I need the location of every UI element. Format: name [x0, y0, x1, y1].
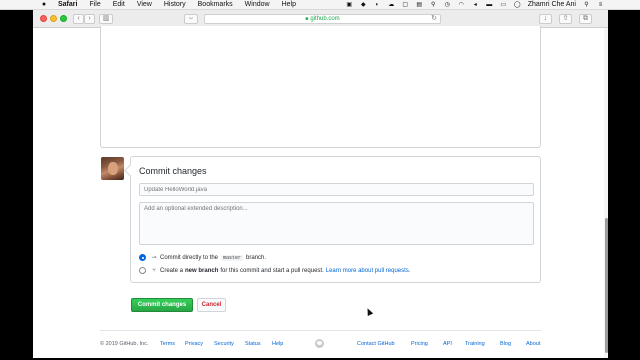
- search-icon[interactable]: ⚲: [430, 2, 437, 8]
- cloud-icon[interactable]: ☁: [388, 2, 395, 8]
- address-bar[interactable]: ■ github.com ↻: [204, 14, 441, 24]
- mouse-cursor-icon: [364, 307, 374, 316]
- footer-link-blog[interactable]: Blog: [500, 341, 511, 347]
- footer-link-pricing[interactable]: Pricing: [411, 341, 428, 347]
- back-button[interactable]: ‹: [73, 14, 84, 24]
- new-branch-option[interactable]: ⑂ Create a new branch for this commit an…: [139, 267, 410, 274]
- lock-icon: ■: [305, 16, 309, 22]
- footer-link-api[interactable]: API: [443, 341, 452, 347]
- menu-view[interactable]: View: [137, 1, 152, 8]
- menu-history[interactable]: History: [164, 1, 186, 8]
- apple-icon[interactable]: ●: [40, 1, 48, 8]
- git-commit-icon: ⊸: [151, 255, 157, 261]
- footer-link-privacy[interactable]: Privacy: [185, 341, 203, 347]
- camera-icon[interactable]: ▣: [346, 2, 353, 8]
- download-icon[interactable]: ↓: [539, 14, 552, 24]
- commit-directly-suffix: branch.: [246, 254, 267, 261]
- volume-icon[interactable]: ◂: [472, 2, 479, 8]
- new-branch-prefix: Create a: [160, 267, 184, 274]
- dropbox-icon[interactable]: ◆: [360, 2, 367, 8]
- commit-directly-option[interactable]: ⊸ Commit directly to the master branch.: [139, 254, 266, 261]
- siri-icon[interactable]: ◯: [514, 2, 521, 8]
- close-window-button[interactable]: [40, 15, 47, 22]
- branch-name: master: [221, 254, 244, 261]
- box-icon[interactable]: ▢: [402, 2, 409, 8]
- footer-copyright: © 2019 GitHub, Inc.: [100, 341, 149, 347]
- battery-icon[interactable]: ▭: [500, 2, 507, 8]
- footer-link-security[interactable]: Security: [214, 341, 234, 347]
- menu-help[interactable]: Help: [282, 1, 296, 8]
- reload-icon[interactable]: ↻: [431, 15, 437, 23]
- footer-link-contact[interactable]: Contact GitHub: [357, 341, 395, 347]
- sync-icon[interactable]: ◐: [374, 2, 381, 8]
- commit-form: Commit changes ⊸ Commit directly to the …: [130, 156, 541, 283]
- menu-bookmarks[interactable]: Bookmarks: [198, 1, 233, 8]
- footer-link-status[interactable]: Status: [245, 341, 261, 347]
- notification-center-icon[interactable]: ≡: [597, 2, 604, 8]
- tab-overview-icon[interactable]: ⧉: [579, 14, 592, 24]
- menu-window[interactable]: Window: [245, 1, 270, 8]
- menu-file[interactable]: File: [89, 1, 100, 8]
- spotlight-icon[interactable]: ⚲: [583, 2, 590, 8]
- wifi-icon[interactable]: ◠: [458, 2, 465, 8]
- footer-link-help[interactable]: Help: [272, 341, 283, 347]
- footer-link-about[interactable]: About: [526, 341, 540, 347]
- github-octocat-icon[interactable]: [315, 339, 324, 348]
- scrollbar-thumb[interactable]: [605, 218, 608, 353]
- fullscreen-window-button[interactable]: [60, 15, 67, 22]
- menu-edit[interactable]: Edit: [113, 1, 125, 8]
- time-machine-icon[interactable]: ◷: [444, 2, 451, 8]
- footer-link-terms[interactable]: Terms: [160, 341, 175, 347]
- cancel-button[interactable]: Cancel: [197, 298, 226, 312]
- user-name[interactable]: Zhamri Che Ani: [528, 1, 576, 8]
- new-branch-radio[interactable]: [139, 267, 146, 274]
- new-branch-bold: new branch: [185, 267, 219, 274]
- safari-window: ‹ › ▥ ⌣ ■ github.com ↻ ↓ ⇧ ⧉ Commit chang…: [33, 10, 608, 358]
- pull-request-icon: ⑂: [152, 267, 156, 274]
- status-icons: ▣ ◆ ◐ ☁ ▢ ▤ ⚲ ◷ ◠ ◂ ▬ ▭ ◯ Zhamri Che Ani…: [346, 1, 604, 8]
- learn-more-link[interactable]: Learn more about pull requests.: [326, 268, 411, 274]
- minimize-window-button[interactable]: [50, 15, 57, 22]
- commit-summary-input[interactable]: [139, 183, 534, 196]
- avatar: [101, 157, 124, 180]
- new-branch-suffix: for this commit and start a pull request…: [220, 267, 324, 274]
- commit-directly-prefix: Commit directly to the: [160, 254, 219, 261]
- forward-button[interactable]: ›: [84, 14, 95, 24]
- pocket-icon[interactable]: ⌣: [184, 14, 198, 24]
- commit-directly-radio[interactable]: [139, 254, 146, 261]
- avatar-face: [108, 162, 118, 175]
- footer-link-training[interactable]: Training: [465, 341, 485, 347]
- layers-icon[interactable]: ▤: [416, 2, 423, 8]
- site-footer: © 2019 GitHub, Inc. Terms Privacy Securi…: [100, 339, 541, 351]
- commit-changes-button[interactable]: Commit changes: [131, 298, 193, 312]
- address-url: github.com: [310, 16, 340, 22]
- menu-app-name[interactable]: Safari: [58, 1, 77, 8]
- commit-title: Commit changes: [139, 166, 207, 176]
- github-page: Commit changes ⊸ Commit directly to the …: [33, 26, 608, 358]
- flag-icon[interactable]: ▬: [486, 2, 493, 8]
- sidebar-toggle-icon[interactable]: ▥: [99, 14, 113, 24]
- share-icon[interactable]: ⇧: [559, 14, 572, 24]
- footer-divider: [100, 330, 541, 331]
- macos-menu-bar: ● Safari File Edit View History Bookmark…: [0, 0, 640, 10]
- file-editor[interactable]: [100, 26, 541, 148]
- commit-description-field[interactable]: [139, 202, 534, 245]
- page-scrollbar[interactable]: [604, 28, 608, 358]
